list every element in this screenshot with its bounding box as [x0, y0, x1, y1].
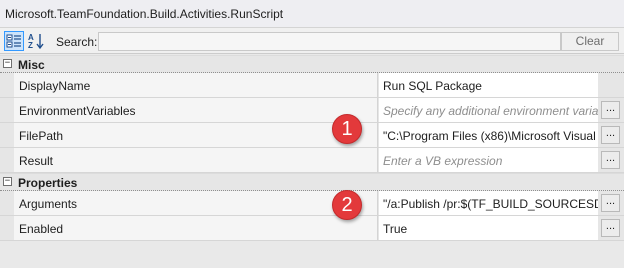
property-grid-toolbar: A Z Search: Clear [0, 28, 624, 54]
ellipsis-button[interactable]: ... [601, 194, 620, 212]
category-properties[interactable]: − Properties [0, 173, 624, 191]
sort-alphabetical-icon[interactable]: A Z [26, 31, 46, 51]
property-grid: − Misc DisplayName Run SQL Package Envir… [0, 55, 624, 241]
property-name: EnvironmentVariables [14, 98, 378, 122]
property-row-environmentvariables[interactable]: EnvironmentVariables Specify any additio… [0, 98, 624, 123]
property-row-filepath[interactable]: FilePath "C:\Program Files (x86)\Microso… [0, 123, 624, 148]
search-input[interactable] [98, 32, 561, 51]
property-value-environmentvariables[interactable]: Specify any additional environment varia… [379, 98, 598, 122]
ellipsis-button[interactable]: ... [601, 219, 620, 237]
category-misc[interactable]: − Misc [0, 55, 624, 73]
ellipsis-button[interactable]: ... [601, 101, 620, 119]
property-row-arguments[interactable]: Arguments "/a:Publish /pr:$(TF_BUILD_SOU… [0, 191, 624, 216]
ellipsis-button[interactable]: ... [601, 126, 620, 144]
property-row-enabled[interactable]: Enabled True ... [0, 216, 624, 241]
property-name: Enabled [14, 216, 378, 240]
property-value-displayname[interactable]: Run SQL Package [379, 73, 598, 97]
svg-text:Z: Z [28, 41, 33, 50]
collapse-icon[interactable]: − [3, 59, 12, 68]
callout-badge-2: 2 [332, 190, 362, 220]
property-value-filepath[interactable]: "C:\Program Files (x86)\Microsoft Visual… [379, 123, 598, 147]
property-name: Arguments [14, 191, 378, 215]
property-name: DisplayName [14, 73, 378, 97]
clear-button[interactable]: Clear [561, 32, 619, 51]
property-row-result[interactable]: Result Enter a VB expression ... [0, 148, 624, 173]
ellipsis-button[interactable]: ... [601, 151, 620, 169]
property-row-displayname[interactable]: DisplayName Run SQL Package [0, 73, 624, 98]
categorized-view-icon[interactable] [4, 31, 24, 51]
property-value-result[interactable]: Enter a VB expression [379, 148, 598, 172]
property-value-arguments[interactable]: "/a:Publish /pr:$(TF_BUILD_SOURCESDIR) [379, 191, 598, 215]
category-label: Properties [18, 176, 78, 190]
collapse-icon[interactable]: − [3, 177, 12, 186]
property-name: FilePath [14, 123, 378, 147]
window-title: Microsoft.TeamFoundation.Build.Activitie… [0, 0, 624, 28]
search-label: Search: [56, 35, 98, 49]
property-value-enabled[interactable]: True [379, 216, 598, 240]
callout-badge-1: 1 [332, 114, 362, 144]
property-name: Result [14, 148, 378, 172]
category-label: Misc [18, 58, 45, 72]
